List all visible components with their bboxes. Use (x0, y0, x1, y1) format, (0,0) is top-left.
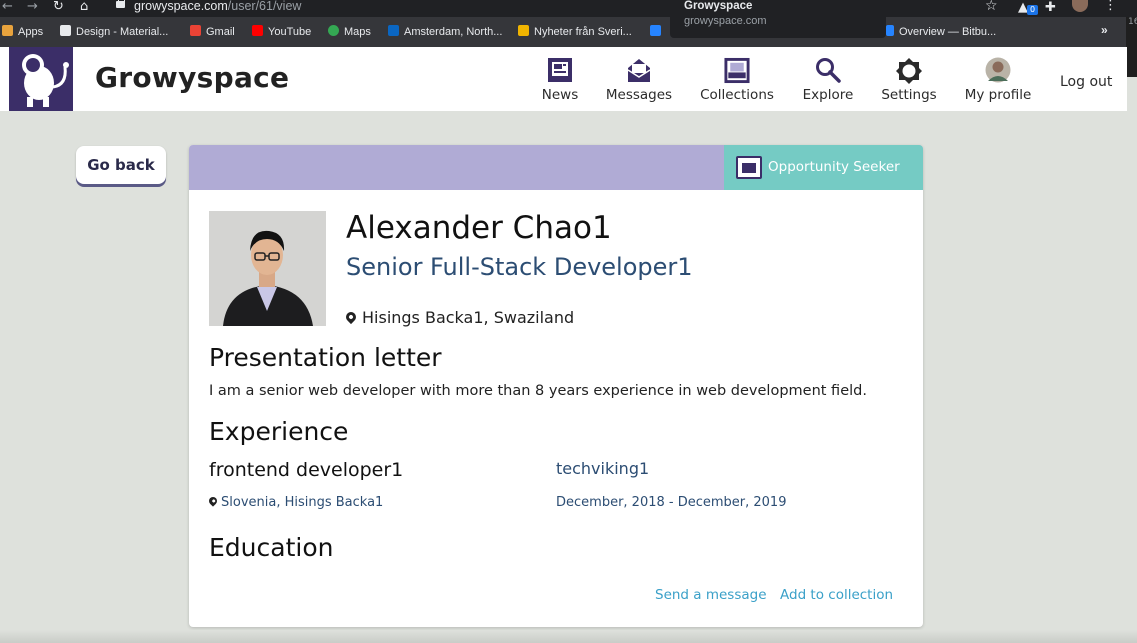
doc-icon (60, 25, 71, 36)
experience-dates: December, 2018 - December, 2019 (556, 495, 787, 510)
forward-arrow-icon[interactable]: → (27, 0, 38, 17)
bookmark-design[interactable]: Design - Material... (60, 25, 168, 38)
bookmark-apps[interactable]: Apps (2, 25, 43, 38)
bookmark-overview[interactable]: Overview — Bitbu... (886, 25, 996, 38)
profile-photo-image (209, 211, 326, 326)
tag-label: Opportunity Seeker (768, 159, 900, 175)
nav-label: Messages (605, 87, 673, 103)
bitbucket-icon (650, 25, 661, 36)
gmail-icon (190, 25, 201, 36)
experience-location: Slovenia, Hisings Backa1 (207, 495, 384, 510)
bookmark-maps[interactable]: Maps (328, 25, 371, 38)
nav-label: News (541, 87, 579, 103)
apps-grid-icon (2, 25, 13, 36)
bookmark-star-icon[interactable]: ☆ (985, 0, 998, 14)
bookmark-label: Amsterdam, North... (404, 26, 503, 38)
address-bar[interactable]: growyspace.com/user/61/view (134, 0, 301, 13)
location-text: Hisings Backa1, Swaziland (362, 308, 575, 327)
browser-toolbar: ← → ↻ ⌂ growyspace.com/user/61/view ☆ ▲ … (0, 0, 1137, 17)
tooltip-title: Growyspace (684, 0, 753, 12)
collections-icon (724, 57, 750, 84)
nav-label: Settings (881, 87, 937, 103)
education-heading: Education (209, 533, 334, 562)
add-to-collection-link[interactable]: Add to collection (780, 587, 893, 603)
map-pin-icon (207, 495, 219, 507)
profile-name: Alexander Chao1 (346, 210, 612, 246)
url-path: /user/61/view (227, 0, 302, 13)
maps-pin-icon (328, 25, 339, 36)
linkedin-icon (388, 25, 399, 36)
search-icon (816, 58, 841, 83)
page-bottom-shadow (0, 630, 1137, 643)
opportunity-seeker-tag: Opportunity Seeker (724, 145, 923, 190)
home-icon[interactable]: ⌂ (80, 0, 88, 17)
atlassian-icon (886, 25, 894, 36)
menu-kebab-icon[interactable]: ⋮ (1104, 0, 1117, 13)
bookmarks-overflow-icon[interactable]: » (1101, 23, 1108, 37)
reload-icon[interactable]: ↻ (53, 0, 64, 17)
profile-role: Senior Full-Stack Developer1 (346, 253, 693, 281)
edge-label: 16 (1128, 17, 1137, 27)
url-domain: growyspace.com (134, 0, 228, 13)
nav-label: Collections (700, 87, 774, 103)
nav-my-profile[interactable]: My profile (964, 57, 1032, 103)
bookmark-linkedin[interactable]: Amsterdam, North... (388, 25, 502, 38)
presentation-heading: Presentation letter (209, 343, 442, 372)
bookmark-label: Overview — Bitbu... (899, 26, 997, 38)
bookmarks-bar: Apps Design - Material... Gmail YouTube … (0, 17, 1137, 47)
app-header: Growyspace News Messages Collections Exp… (0, 47, 1127, 111)
bookmark-label: Gmail (206, 26, 235, 38)
nav-explore[interactable]: Explore (801, 57, 855, 103)
browser-profile-avatar[interactable] (1072, 0, 1088, 12)
bookmark-label: YouTube (268, 26, 312, 38)
bookmark-label: Design - Material... (76, 26, 169, 38)
nav-news[interactable]: News (540, 57, 580, 103)
experience-company: techviking1 (556, 459, 650, 478)
bookmark-label: Nyheter från Sveri... (534, 26, 632, 38)
send-message-link[interactable]: Send a message (655, 587, 767, 603)
youtube-icon (252, 25, 263, 36)
collections-icon (736, 156, 762, 179)
bookmark-label: Apps (18, 26, 44, 38)
bookmark-nyheter[interactable]: Nyheter från Sveri... (518, 25, 632, 38)
window-edge: 16 (1126, 17, 1137, 77)
lock-icon (116, 0, 125, 8)
gear-icon (896, 58, 922, 84)
tab-tooltip: Growyspace growyspace.com (670, 0, 886, 38)
nav-settings[interactable]: Settings (880, 57, 938, 103)
back-arrow-icon[interactable]: ← (2, 0, 13, 17)
brand-name[interactable]: Growyspace (95, 61, 289, 94)
news-icon (548, 58, 572, 82)
extension-badge: 0 (1027, 5, 1038, 15)
bookmark-youtube[interactable]: YouTube (252, 25, 311, 38)
bookmark-label: Maps (344, 26, 371, 38)
astronaut-cat-icon (22, 54, 69, 107)
growyspace-logo[interactable] (9, 47, 73, 111)
avatar-icon (985, 57, 1011, 83)
profile-location: Hisings Backa1, Swaziland (343, 308, 575, 327)
go-back-button[interactable]: Go back (76, 146, 166, 184)
puzzle-icon[interactable]: ✚ (1045, 0, 1056, 15)
presentation-text: I am a senior web developer with more th… (209, 383, 867, 399)
nav-messages[interactable]: Messages (605, 57, 673, 103)
nav-label: Explore (802, 87, 854, 103)
experience-heading: Experience (209, 417, 349, 446)
experience-location-text: Slovenia, Hisings Backa1 (221, 495, 384, 510)
envelope-icon (627, 59, 651, 82)
tooltip-domain: growyspace.com (684, 15, 767, 27)
nav-label: My profile (964, 87, 1032, 103)
experience-title: frontend developer1 (209, 459, 404, 481)
profile-card: Opportunity Seeker Alexander Chao1 Senio… (189, 145, 923, 627)
profile-photo (209, 211, 326, 326)
logout-link[interactable]: Log out (1060, 74, 1112, 90)
news-site-icon (518, 25, 529, 36)
map-pin-icon (343, 309, 359, 325)
bookmark-bitbucket-icon-only[interactable] (650, 25, 666, 38)
nav-collections[interactable]: Collections (699, 57, 775, 103)
bookmark-gmail[interactable]: Gmail (190, 25, 235, 38)
